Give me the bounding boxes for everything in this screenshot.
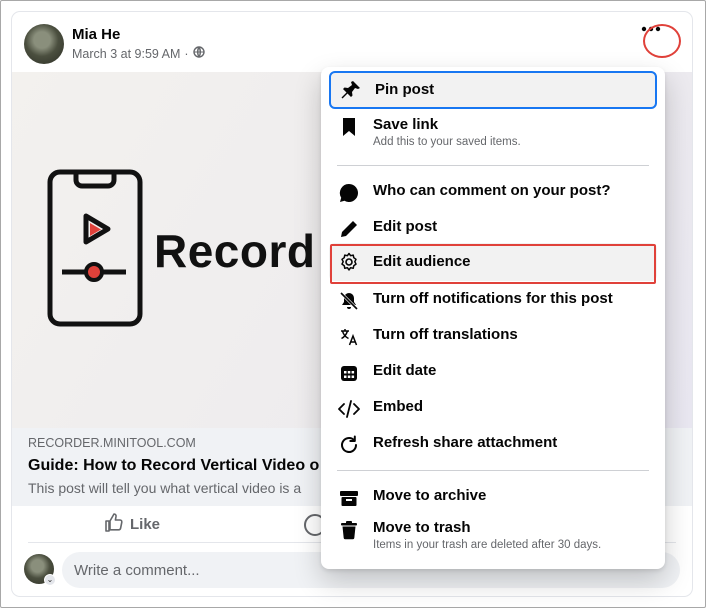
meta-separator: · (184, 46, 189, 61)
calendar-icon (337, 361, 361, 385)
menu-label-turn-off-notifications: Turn off notifications for this post (373, 290, 613, 307)
pencil-icon (337, 217, 361, 241)
like-button[interactable]: Like (104, 512, 160, 536)
menu-label-move-to-trash: Move to trash (373, 519, 471, 536)
link-domain: RECORDER.MINITOOL.COM (28, 436, 196, 450)
archive-box-icon (337, 486, 361, 510)
post-timestamp[interactable]: March 3 at 9:59 AM (72, 47, 180, 61)
menu-label-edit-date: Edit date (373, 362, 437, 379)
speech-bubble-icon (337, 181, 361, 205)
menu-sub-move-to-trash: Items in your trash are deleted after 30… (373, 539, 602, 551)
menu-label-edit-post: Edit post (373, 218, 438, 235)
menu-label-refresh-share-attachment: Refresh share attachment (373, 434, 558, 451)
menu-sub-save-link: Add this to your saved items. (373, 136, 521, 148)
bookmark-icon (337, 115, 361, 139)
edit-audience-highlight (330, 244, 656, 284)
menu-item-edit-date[interactable]: Edit date (329, 361, 657, 385)
author-name[interactable]: Mia He (72, 26, 120, 43)
refresh-icon (337, 433, 361, 457)
menu-item-save-link[interactable]: Save link Add this to your saved items. (329, 115, 657, 148)
code-icon (337, 397, 361, 421)
menu-item-refresh-share-attachment[interactable]: Refresh share attachment (329, 433, 657, 457)
menu-separator (337, 470, 649, 471)
menu-separator (337, 165, 649, 166)
thumbs-up-icon (104, 512, 124, 536)
menu-label-pin-post: Pin post (375, 81, 435, 98)
menu-label-turn-off-translations: Turn off translations (373, 326, 518, 343)
post-meta: March 3 at 9:59 AM · (72, 46, 205, 61)
menu-item-edit-post[interactable]: Edit post (329, 217, 657, 241)
link-title: Guide: How to Record Vertical Video o (28, 457, 320, 474)
menu-item-turn-off-translations[interactable]: Turn off translations (329, 325, 657, 349)
bell-off-icon (337, 289, 361, 313)
like-label: Like (130, 515, 161, 533)
menu-label-who-can-comment: Who can comment on your post? (373, 182, 611, 199)
link-description: This post will tell you what vertical vi… (28, 480, 302, 496)
chevron-down-icon[interactable]: ⌄ (44, 574, 56, 586)
menu-label-move-to-archive: Move to archive (373, 487, 487, 504)
menu-item-move-to-archive[interactable]: Move to archive (329, 486, 657, 510)
menu-label-save-link: Save link (373, 116, 439, 133)
menu-item-embed[interactable]: Embed (329, 397, 657, 421)
phone-logo-graphic (47, 169, 143, 327)
menu-item-who-can-comment[interactable]: Who can comment on your post? (329, 181, 657, 205)
pin-icon (339, 78, 363, 102)
more-button-highlight (643, 24, 681, 58)
menu-item-turn-off-notifications[interactable]: Turn off notifications for this post (329, 289, 657, 313)
hero-record-text: Record (154, 225, 316, 277)
post-options-menu: Pin post Save link Add this to your save… (321, 67, 665, 569)
trash-icon (337, 518, 361, 542)
translate-icon (337, 325, 361, 349)
menu-label-embed: Embed (373, 398, 424, 415)
author-avatar[interactable] (24, 24, 64, 64)
menu-item-move-to-trash[interactable]: Move to trash Items in your trash are de… (329, 518, 657, 551)
globe-icon (192, 46, 205, 61)
menu-item-pin-post[interactable]: Pin post (329, 71, 657, 109)
